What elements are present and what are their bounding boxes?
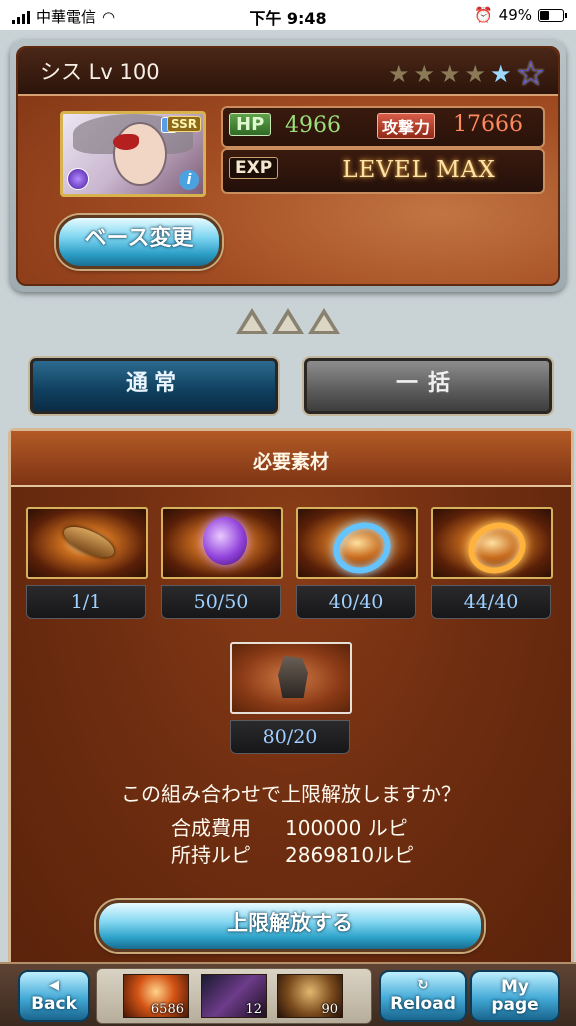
tray-item-elixir[interactable]: 6586 (123, 974, 189, 1018)
reload-icon: ↻ (417, 978, 429, 993)
triangle-icon (308, 308, 340, 334)
alarm-icon: ⏰ (473, 6, 493, 24)
reload-button[interactable]: ↻ Reload (379, 970, 467, 1022)
mypage-label-page: page (491, 995, 539, 1015)
material-thumb (230, 642, 352, 714)
confirm-question: この組み合わせで上限解放しますか？ (121, 782, 461, 806)
material-count: 80/20 (230, 720, 350, 754)
level-max-text: LEVEL MAX (342, 157, 496, 183)
material-thumb (296, 507, 418, 579)
purple-orb-icon (203, 517, 247, 565)
star-icon: ★ (387, 60, 410, 88)
hp-value: 4966 (285, 113, 341, 138)
back-label: Back (31, 994, 77, 1014)
tray-count: 90 (321, 1002, 338, 1017)
material-item[interactable]: 50/50 (161, 507, 283, 619)
character-name-level: シス Lv 100 (40, 60, 160, 84)
star-icon: ★ (438, 60, 461, 88)
scroll-indicator (236, 308, 340, 334)
mypage-label-my: My (501, 977, 529, 997)
material-count: 44/40 (431, 585, 551, 619)
material-item[interactable]: 80/20 (230, 642, 352, 754)
cost-value: 100000 ルピ (285, 816, 408, 840)
owned-line: 所持ルピ 2869810ルピ (171, 839, 414, 868)
portrait-mask (113, 134, 139, 150)
status-bar: 中華電信 ◠ 下午 9:48 ⏰ 49% (0, 0, 576, 30)
exp-box: EXP LEVEL MAX (221, 148, 545, 194)
character-portrait[interactable]: SSR i (60, 111, 206, 197)
tray-count: 6586 (150, 1002, 184, 1017)
tray-count: 12 (245, 1002, 262, 1017)
hp-label: HP (229, 113, 272, 136)
dark-element-icon (67, 168, 89, 190)
cost-line: 合成費用 100000 ルピ (171, 812, 408, 841)
item-tray[interactable]: 6586 12 90 (96, 968, 372, 1024)
portrait-face (113, 122, 167, 186)
triangle-icon (236, 308, 268, 334)
cost-label: 合成費用 (171, 816, 251, 840)
tray-item-material[interactable]: 90 (277, 974, 343, 1018)
tab-normal[interactable]: 通常 (30, 358, 278, 414)
atk-value: 17666 (453, 112, 523, 137)
reload-label: Reload (390, 994, 456, 1014)
name-bar: シス Lv 100 ★ ★ ★ ★ ★ ☆ (18, 48, 558, 96)
rubble-icon (278, 656, 308, 698)
rarity-badge: SSR (167, 116, 201, 132)
material-item[interactable]: 44/40 (431, 507, 553, 619)
gauntlet-icon (59, 522, 119, 562)
exp-label: EXP (229, 157, 279, 179)
star-icon: ★ (413, 60, 435, 88)
material-thumb (26, 507, 148, 579)
material-thumb (161, 507, 283, 579)
battery-percent: 49% (498, 6, 532, 24)
materials-title: 必要素材 (252, 451, 329, 473)
tab-bulk[interactable]: 一括 (304, 358, 552, 414)
transcendence-star-icon: ☆ (515, 54, 546, 94)
star-icon: ★ (464, 60, 486, 88)
battery-icon (538, 8, 567, 22)
stat-box: HP 4966 攻撃力 17666 (221, 106, 545, 148)
material-item[interactable]: 1/1 (26, 507, 148, 619)
blue-ring-icon (326, 514, 398, 577)
character-panel: シス Lv 100 ★ ★ ★ ★ ★ ☆ SSR i HP 4966 攻撃力 … (10, 40, 566, 292)
uncap-stars: ★ ★ ★ ★ ★ ☆ (388, 54, 546, 94)
material-count: 50/50 (161, 585, 281, 619)
material-count: 40/40 (296, 585, 416, 619)
materials-header: 必要素材 (11, 431, 571, 487)
triangle-icon (272, 308, 304, 334)
bottom-nav: ◀ Back 6586 12 90 ↻ Reload My page (0, 962, 576, 1026)
materials-panel: 必要素材 1/1 50/50 40/40 44/40 80/20 この組み合わせ… (8, 428, 574, 974)
owned-value: 2869810ルピ (285, 843, 415, 867)
material-thumb (431, 507, 553, 579)
mypage-button[interactable]: My page (470, 970, 560, 1022)
base-change-button[interactable]: ベース変更 (56, 215, 222, 269)
owned-label: 所持ルピ (171, 843, 251, 867)
star-icon: ★ (490, 60, 512, 88)
status-right: ⏰ 49% (473, 6, 567, 24)
info-icon[interactable]: i (179, 170, 199, 190)
back-arrow-icon: ◀ (49, 978, 59, 993)
material-item[interactable]: 40/40 (296, 507, 418, 619)
uncap-button[interactable]: 上限解放する (96, 900, 484, 952)
back-button[interactable]: ◀ Back (18, 970, 90, 1022)
tray-item-weapon[interactable]: 12 (201, 974, 267, 1018)
character-panel-inner: シス Lv 100 ★ ★ ★ ★ ★ ☆ SSR i HP 4966 攻撃力 … (16, 46, 560, 286)
material-count: 1/1 (26, 585, 146, 619)
atk-label: 攻撃力 (377, 113, 436, 139)
gold-ring-icon (461, 514, 533, 577)
